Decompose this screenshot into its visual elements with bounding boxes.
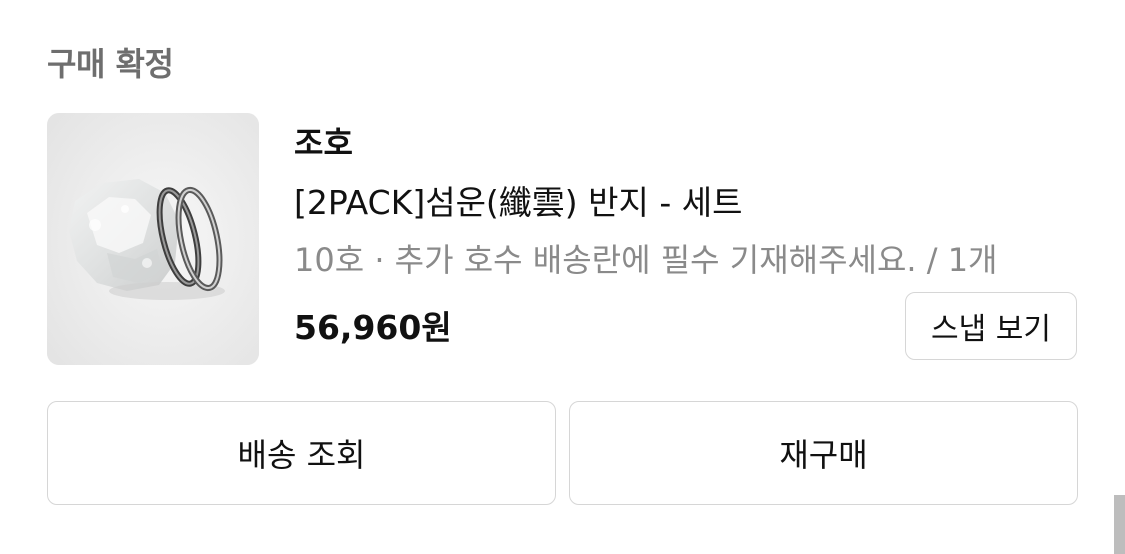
ring-product-image (47, 113, 259, 365)
product-name[interactable]: [2PACK]섬운(纖雲) 반지 - 세트 (294, 179, 743, 227)
order-status-title: 구매 확정 (47, 45, 174, 83)
snap-view-button[interactable]: 스냅 보기 (905, 292, 1077, 360)
product-price: 56,960원 (294, 308, 452, 347)
product-thumbnail[interactable] (47, 113, 259, 365)
brand-name[interactable]: 조호 (294, 120, 353, 166)
delivery-tracking-button[interactable]: 배송 조회 (47, 401, 556, 505)
product-option: 10호 · 추가 호수 배송란에 필수 기재해주세요. / 1개 (294, 241, 998, 279)
rebuy-button[interactable]: 재구매 (569, 401, 1078, 505)
scrollbar-thumb[interactable] (1114, 495, 1125, 554)
